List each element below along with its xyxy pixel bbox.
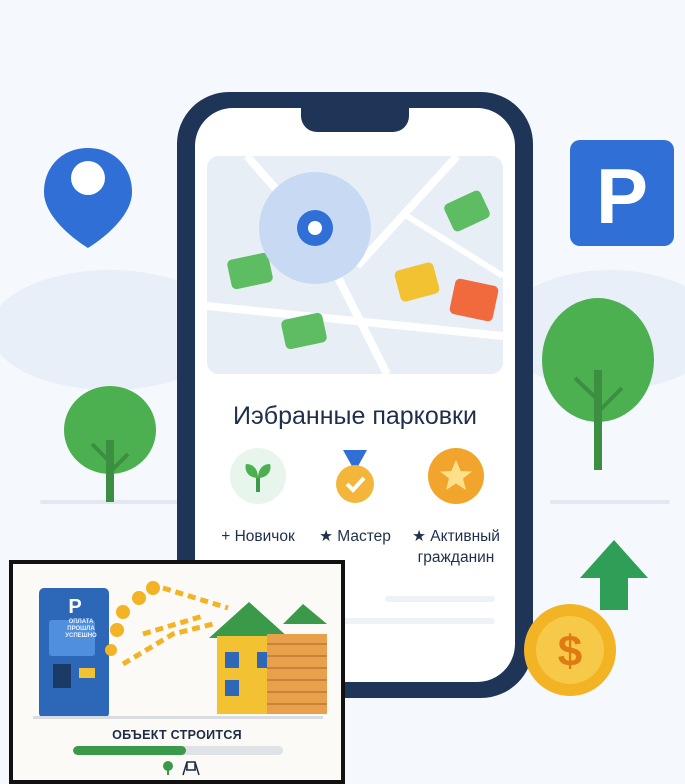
sprout-icon [230, 448, 286, 504]
house-under-construction-icon [209, 602, 327, 714]
construction-inset: P ОПЛАТА ПРОШЛА УСПЕШНО ОБЪЕКТ СТРОИТСЯ [9, 560, 345, 784]
tree-left-icon [64, 386, 156, 502]
badge-label: + Новичок [221, 528, 295, 545]
svg-text:P: P [68, 596, 81, 618]
badge-label: ★ Активный гражданин [412, 528, 500, 566]
badge-label: ★ Мастер [319, 528, 391, 545]
location-pin-icon [44, 148, 132, 248]
map-graphic [207, 156, 503, 374]
svg-text:P: P [596, 152, 648, 240]
svg-text:$: $ [558, 627, 582, 676]
tree-right-icon [542, 298, 654, 470]
inset-icons [163, 761, 200, 776]
coin-icon: $ [524, 604, 616, 696]
illustration: P Иэбранные парковки + Новичок ★ Мастер … [0, 0, 685, 784]
placeholder-line [335, 618, 495, 624]
placeholder-line [385, 596, 495, 602]
screen-title: Иэбранные парковки [233, 402, 477, 430]
parking-kiosk-icon: P [39, 588, 109, 718]
tree-icon [163, 761, 173, 775]
badge-active-citizen[interactable]: ★ Активный гражданин [400, 448, 512, 568]
construction-progress-bar [73, 746, 283, 755]
badge-novice[interactable]: + Новичок [203, 448, 313, 547]
construction-status: ОБЪЕКТ СТРОИТСЯ [112, 728, 242, 742]
swing-icon [182, 761, 200, 776]
phone-notch [301, 108, 409, 132]
kiosk-screen-text: ОПЛАТА ПРОШЛА УСПЕШНО [65, 619, 97, 639]
parking-sign-icon: P [570, 140, 674, 246]
growth-arrow-icon [580, 540, 648, 610]
parking-map[interactable] [207, 156, 503, 374]
medal-icon [327, 448, 383, 504]
star-icon [428, 448, 484, 504]
progress-fill [73, 746, 187, 755]
badge-master[interactable]: ★ Мастер [300, 448, 410, 547]
